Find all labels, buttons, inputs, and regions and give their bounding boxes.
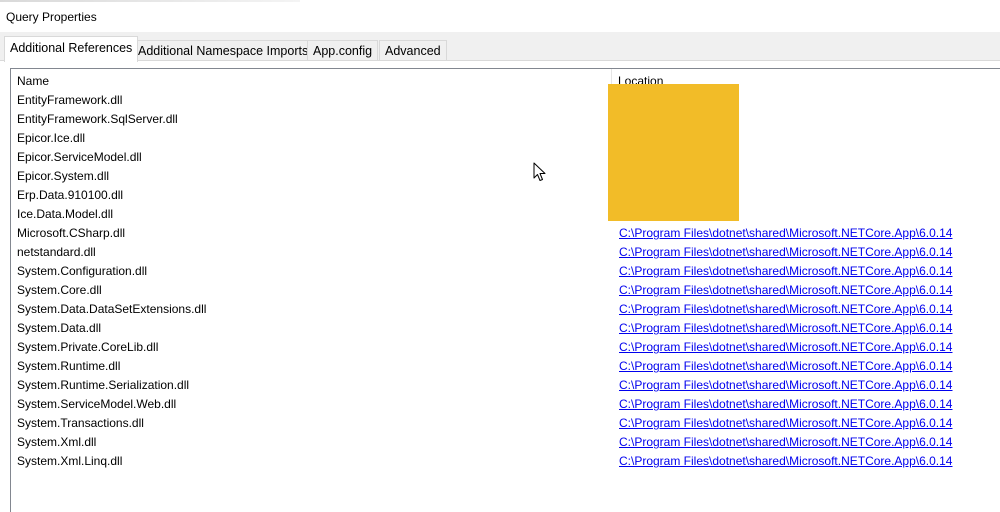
list-header: Name Location [11,69,1000,91]
reference-name: System.Core.dll [17,283,102,297]
tab-additional-namespace-imports[interactable]: Additional Namespace Imports [132,40,315,62]
table-row[interactable]: System.Xml.dll C:\Program Files\dotnet\sh… [11,433,1000,452]
table-row[interactable]: System.Runtime.dll C:\Program Files\dotne… [11,357,1000,376]
reference-name: System.Xml.dll [17,435,97,449]
reference-name: Erp.Data.910100.dll [17,188,124,202]
table-row[interactable]: System.Data.DataSetExtensions.dll C:\Prog… [11,300,1000,319]
reference-name: System.Data.dll [17,321,102,335]
reference-name: System.Transactions.dll [17,416,144,430]
table-row[interactable]: System.Core.dll C:\Program Files\dotnet\s… [11,281,1000,300]
reference-name: Epicor.System.dll [17,169,110,183]
reference-name: netstandard.dll [17,245,96,259]
table-row[interactable]: System.Runtime.Serialization.dll C:\Progr… [11,376,1000,395]
reference-name: System.Private.CoreLib.dll [17,340,159,354]
table-row[interactable]: Epicor.System.dllv\Server\Bin [11,167,1000,186]
table-row[interactable]: System.Xml.Linq.dll C:\Program Files\dotn… [11,452,1000,471]
reference-location-link[interactable]: C:\Program Files\dotnet\shared\Microsoft… [619,357,952,376]
table-row[interactable]: EntityFramework.SqlServer.dllv\Server\As… [11,110,1000,129]
tab-app-config[interactable]: App.config [307,40,379,62]
reference-name: System.Runtime.dll [17,359,121,373]
reference-name: System.Runtime.Serialization.dll [17,378,190,392]
title-bar: Query Properties [0,0,1000,32]
tab-content: Name Location EntityFramework.dllv\Serve… [0,60,1000,512]
table-row[interactable]: System.Data.dll C:\Program Files\dotnet\s… [11,319,1000,338]
table-row[interactable]: Ice.Data.Model.dllv\Server\Assemblies [11,205,1000,224]
window-title: Query Properties [6,10,97,24]
tab-strip: Additional References Additional Namespa… [0,32,1000,62]
reference-location-link[interactable]: C:\Program Files\dotnet\shared\Microsoft… [619,376,952,395]
reference-name: Epicor.Ice.dll [17,131,86,145]
reference-name: EntityFramework.dll [17,93,123,107]
reference-location-link[interactable]: C:\Program Files\dotnet\shared\Microsoft… [619,262,952,281]
list-rows: EntityFramework.dllv\Server\AssembliesEn… [11,91,1000,471]
reference-location-link[interactable]: C:\Program Files\dotnet\shared\Microsoft… [619,300,952,319]
top-strip [0,0,300,2]
reference-location-link[interactable]: C:\Program Files\dotnet\shared\Microsoft… [619,395,952,414]
reference-name: Ice.Data.Model.dll [17,207,114,221]
references-list[interactable]: Name Location EntityFramework.dllv\Serve… [10,68,1000,512]
column-header-name[interactable]: Name [11,69,611,91]
reference-name: System.Configuration.dll [17,264,148,278]
reference-name: EntityFramework.SqlServer.dll [17,112,178,126]
table-row[interactable]: Epicor.ServiceModel.dllv\Server\Bin [11,148,1000,167]
reference-location-link[interactable]: C:\Program Files\dotnet\shared\Microsoft… [619,414,952,433]
reference-location-link[interactable]: C:\Program Files\dotnet\shared\Microsoft… [619,243,952,262]
pointer-cursor-icon [533,162,546,181]
tab-additional-references[interactable]: Additional References [4,36,139,62]
reference-name: System.Data.DataSetExtensions.dll [17,302,207,316]
redaction-overlay [608,84,739,221]
reference-name: System.Xml.Linq.dll [17,454,123,468]
table-row[interactable]: netstandard.dll C:\Program Files\dotnet\s… [11,243,1000,262]
table-row[interactable]: EntityFramework.dllv\Server\Assemblies [11,91,1000,110]
table-row[interactable]: Microsoft.CSharp.dll C:\Program Files\dot… [11,224,1000,243]
reference-location-link[interactable]: C:\Program Files\dotnet\shared\Microsoft… [619,433,952,452]
reference-location-link[interactable]: C:\Program Files\dotnet\shared\Microsoft… [619,319,952,338]
table-row[interactable]: System.Transactions.dll C:\Program Files\… [11,414,1000,433]
reference-location-link[interactable]: C:\Program Files\dotnet\shared\Microsoft… [619,338,952,357]
reference-location-link[interactable]: C:\Program Files\dotnet\shared\Microsoft… [619,281,952,300]
reference-location-link[interactable]: C:\Program Files\dotnet\shared\Microsoft… [619,224,952,243]
table-row[interactable]: System.Configuration.dll C:\Program Files… [11,262,1000,281]
reference-name: Microsoft.CSharp.dll [17,226,126,240]
reference-name: System.ServiceModel.Web.dll [17,397,177,411]
table-row[interactable]: System.ServiceModel.Web.dll C:\Program Fi… [11,395,1000,414]
table-row[interactable]: System.Private.CoreLib.dll C:\Program Fil… [11,338,1000,357]
table-row[interactable]: Erp.Data.910100.dllv\Server\Assemblies [11,186,1000,205]
reference-location-link[interactable]: C:\Program Files\dotnet\shared\Microsoft… [619,452,952,471]
reference-name: Epicor.ServiceModel.dll [17,150,142,164]
table-row[interactable]: Epicor.Ice.dllv\Server\Bin [11,129,1000,148]
tab-advanced[interactable]: Advanced [379,40,447,62]
query-properties-window: Query Properties Additional References A… [0,0,1000,512]
